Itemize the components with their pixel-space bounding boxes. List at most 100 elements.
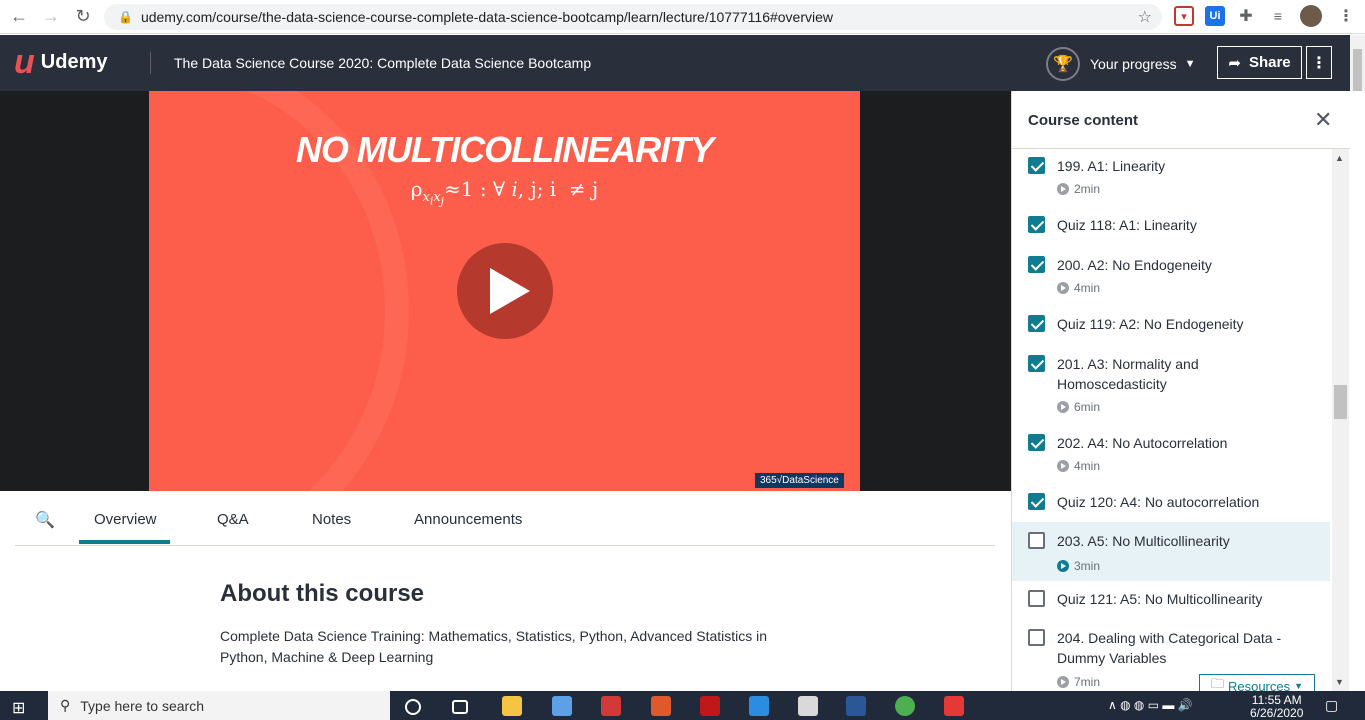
- play-circle-icon: [1057, 401, 1069, 413]
- item-label: Quiz 120: A4: No autocorrelation: [1057, 494, 1260, 510]
- item-label: 203. A5: No Multicollinearity: [1057, 533, 1230, 549]
- checkbox[interactable]: [1028, 434, 1045, 451]
- chevron-down-icon: ▼: [1294, 681, 1304, 691]
- lecture-tabs: 🔍 Overview Q&A Notes Announcements: [15, 491, 995, 546]
- word-icon[interactable]: [846, 696, 866, 716]
- checkbox[interactable]: [1028, 355, 1045, 372]
- duration-text: 4min: [1074, 459, 1101, 473]
- duration-text: 4min: [1074, 281, 1101, 295]
- airtel-icon[interactable]: [944, 696, 964, 716]
- udemy-logo[interactable]: u Udemy: [14, 45, 107, 79]
- duration-text: 7min: [1074, 675, 1101, 689]
- item-duration: 7min: [1057, 675, 1100, 689]
- scroll-up-icon[interactable]: ▲: [1335, 153, 1344, 163]
- file-explorer-icon[interactable]: [502, 696, 522, 716]
- list-item[interactable]: 200. A2: No Endogeneity 4min: [1012, 248, 1330, 298]
- forward-icon[interactable]: →: [38, 4, 64, 30]
- checkbox[interactable]: [1028, 216, 1045, 233]
- task-view-icon[interactable]: [452, 700, 468, 714]
- tab-notes[interactable]: Notes: [312, 511, 351, 528]
- mail-icon[interactable]: [749, 696, 769, 716]
- puzzle-extension-icon[interactable]: ✚: [1236, 6, 1256, 26]
- list-item[interactable]: 201. A3: Normality and Homoscedasticity …: [1012, 347, 1330, 417]
- list-item[interactable]: Quiz 119: A2: No Endogeneity: [1012, 307, 1330, 345]
- play-circle-icon: [1057, 282, 1069, 294]
- checkbox[interactable]: [1028, 256, 1045, 273]
- play-circle-icon: [1057, 676, 1069, 688]
- windows-taskbar: ⊞ ⚲ Type here to search ∧ ◍ ◍ ▭ ▬ 🔊 11:5…: [0, 691, 1365, 720]
- sidebar-title: Course content: [1028, 112, 1139, 129]
- app-red-icon[interactable]: [601, 696, 621, 716]
- ui-extension-icon[interactable]: Ui: [1205, 6, 1225, 26]
- cortana-icon[interactable]: [405, 699, 421, 715]
- search-icon: ⚲: [60, 697, 71, 713]
- play-circle-icon: [1057, 460, 1069, 472]
- play-button[interactable]: [457, 243, 553, 339]
- progress-button[interactable]: 🏆 Your progress ▼: [1046, 47, 1196, 81]
- item-label: Quiz 118: A1: Linearity: [1057, 217, 1197, 233]
- notification-icon[interactable]: ▢: [1325, 697, 1338, 714]
- profile-avatar[interactable]: [1300, 5, 1322, 27]
- item-duration: 4min: [1057, 459, 1100, 473]
- search-icon[interactable]: 🔍: [35, 510, 55, 530]
- address-bar[interactable]: 🔒 udemy.com/course/the-data-science-cour…: [104, 4, 1162, 30]
- slide-formula: ρxixj≈1 : ∀ i, j; i ≠ j: [410, 177, 599, 208]
- sidebar-header: Course content ✕: [1012, 91, 1350, 149]
- checkbox[interactable]: [1028, 590, 1045, 607]
- tab-announcements[interactable]: Announcements: [414, 511, 522, 528]
- shield-extension-icon[interactable]: ▾: [1174, 6, 1194, 26]
- list-item[interactable]: 202. A4: No Autocorrelation 4min: [1012, 426, 1330, 476]
- progress-label: Your progress: [1090, 56, 1177, 72]
- checkbox[interactable]: [1028, 629, 1045, 646]
- duration-text: 2min: [1074, 182, 1101, 196]
- browser-toolbar: ← → ↻ 🔒 udemy.com/course/the-data-scienc…: [0, 0, 1365, 34]
- tab-qa[interactable]: Q&A: [217, 511, 249, 528]
- app-orange-icon[interactable]: [651, 696, 671, 716]
- chrome-icon[interactable]: [895, 696, 915, 716]
- share-button[interactable]: ➦ Share: [1217, 46, 1302, 79]
- bookmark-star-icon[interactable]: ☆: [1138, 7, 1152, 27]
- url-text: udemy.com/course/the-data-science-course…: [140, 9, 834, 25]
- about-title: About this course: [220, 580, 425, 607]
- list-item[interactable]: Quiz 120: A4: No autocorrelation: [1012, 485, 1330, 523]
- item-duration: 2min: [1057, 182, 1100, 196]
- scroll-down-icon[interactable]: ▼: [1335, 677, 1344, 687]
- taskbar-search-input[interactable]: ⚲ Type here to search: [48, 691, 390, 720]
- course-header: u Udemy The Data Science Course 2020: Co…: [0, 35, 1365, 91]
- play-icon: [490, 268, 530, 314]
- play-circle-icon: [1057, 560, 1069, 572]
- mcafee-icon[interactable]: [700, 696, 720, 716]
- system-tray[interactable]: ∧ ◍ ◍ ▭ ▬ 🔊: [1108, 698, 1193, 712]
- notepad-icon[interactable]: [798, 696, 818, 716]
- item-duration: 3min: [1057, 559, 1100, 573]
- store-icon[interactable]: [552, 696, 572, 716]
- duration-text: 3min: [1074, 559, 1101, 573]
- close-icon[interactable]: ✕: [1314, 107, 1332, 133]
- list-item[interactable]: Quiz 118: A1: Linearity: [1012, 208, 1330, 246]
- chevron-down-icon: ▼: [1184, 58, 1196, 70]
- more-options-button[interactable]: ⋮: [1306, 46, 1332, 79]
- course-content-sidebar: Course content ✕ 199. A1: Linearity 2min…: [1011, 91, 1365, 698]
- list-item-active[interactable]: 203. A5: No Multicollinearity 3min: [1012, 522, 1330, 581]
- checkbox[interactable]: [1028, 493, 1045, 510]
- list-item[interactable]: Quiz 121: A5: No Multicollinearity: [1012, 582, 1330, 620]
- back-icon[interactable]: ←: [6, 4, 32, 30]
- reload-icon[interactable]: ↻: [70, 4, 96, 30]
- list-item[interactable]: 199. A1: Linearity 2min: [1012, 149, 1330, 199]
- menu-icon[interactable]: ⋮: [1336, 6, 1356, 26]
- sidebar-scrollbar[interactable]: ▲ ▼: [1332, 149, 1349, 691]
- item-label: 201. A3: Normality and Homoscedasticity: [1057, 356, 1199, 392]
- checkbox[interactable]: [1028, 157, 1045, 174]
- scroll-thumb[interactable]: [1334, 385, 1347, 419]
- search-placeholder: Type here to search: [80, 697, 205, 714]
- video-player[interactable]: NO MULTICOLLINEARITY ρxixj≈1 : ∀ i, j; i…: [0, 91, 1011, 491]
- about-description: Complete Data Science Training: Mathemat…: [220, 628, 768, 665]
- clock[interactable]: 11:55 AM 6/26/2020: [1250, 694, 1303, 720]
- checkbox[interactable]: [1028, 532, 1045, 549]
- checkbox[interactable]: [1028, 315, 1045, 332]
- tab-overview[interactable]: Overview: [94, 511, 157, 528]
- playlist-icon[interactable]: ≡: [1268, 6, 1288, 26]
- item-duration: 4min: [1057, 281, 1100, 295]
- windows-start-icon[interactable]: ⊞: [12, 698, 25, 718]
- course-title: The Data Science Course 2020: Complete D…: [174, 55, 592, 71]
